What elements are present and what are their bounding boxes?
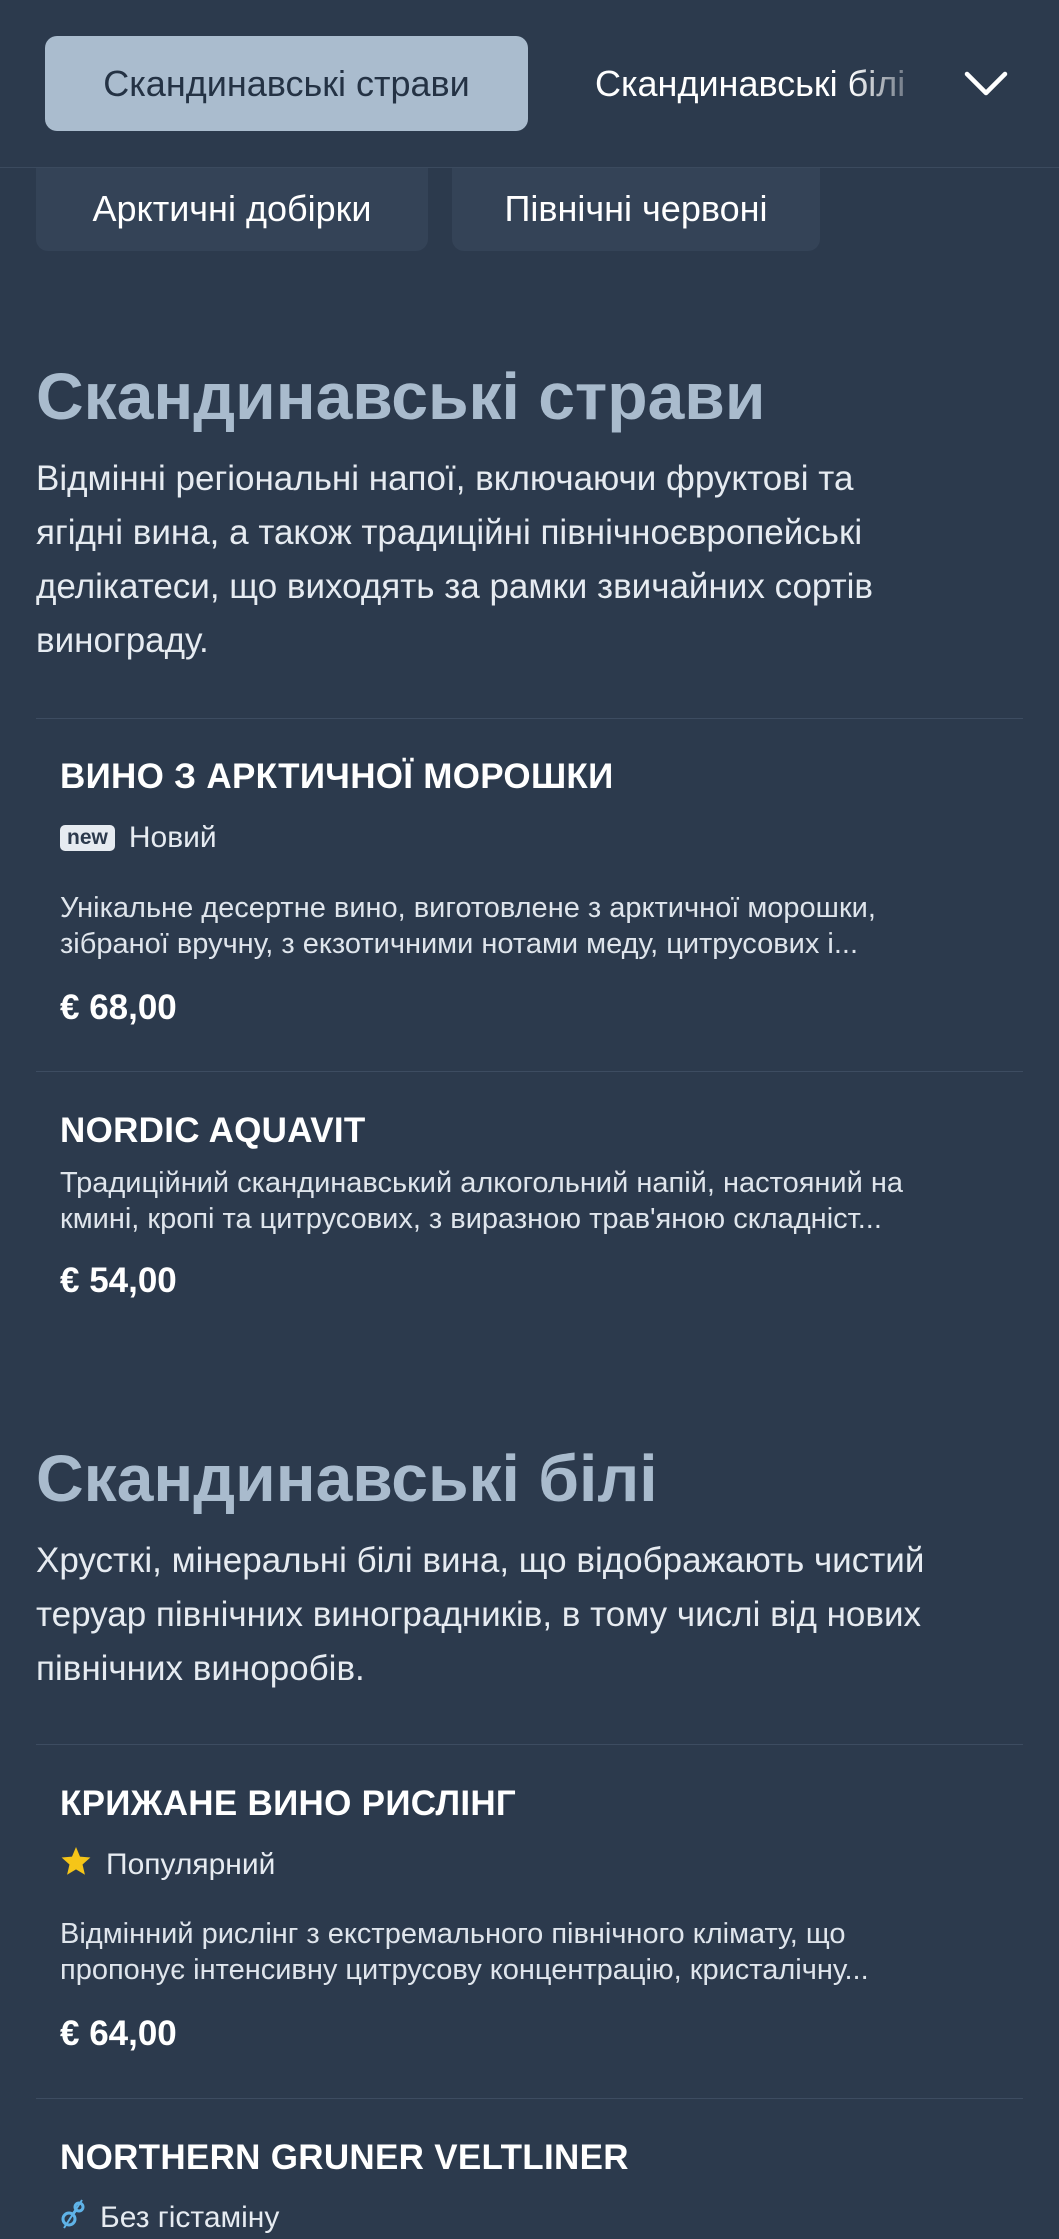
- tab-northern-reds[interactable]: Північні червоні: [452, 167, 820, 251]
- badge-label: Новий: [128, 821, 217, 854]
- tab-label: Скандинавські страви: [103, 62, 470, 104]
- item-name: КРИЖАНЕ ВИНО РИСЛІНГ: [60, 1784, 517, 1823]
- badge-label: Популярний: [106, 1848, 276, 1881]
- divider: [36, 2098, 1023, 2099]
- item-name: ВИНО З АРКТИЧНОЇ МОРОШКИ: [60, 757, 614, 796]
- section-title: Скандинавські білі: [36, 1441, 658, 1515]
- badge-popular: Популярний: [60, 1845, 275, 1885]
- divider: [36, 1744, 1023, 1745]
- item-price: € 64,00: [60, 2014, 177, 2053]
- category-nav: Скандинавські страви Скандинавські білі: [0, 0, 1059, 168]
- divider: [36, 1071, 1023, 1072]
- badge-label: Без гістаміну: [100, 2201, 280, 2234]
- star-icon: [60, 1845, 92, 1885]
- new-badge-icon: new: [60, 825, 115, 851]
- item-price: € 54,00: [60, 1261, 177, 1300]
- histamine-free-icon: [60, 2197, 86, 2239]
- badge-histamine-free: Без гістаміну: [60, 2198, 279, 2238]
- badge-new: new Новий: [60, 818, 217, 858]
- category-nav-overflow: Арктичні добірки Північні червоні: [36, 167, 1036, 253]
- section-description: Хрусткі, мінеральні білі вина, що відобр…: [36, 1541, 925, 1688]
- tab-label: Північні червоні: [504, 188, 768, 229]
- tab-scroll-fade: [850, 30, 960, 140]
- divider: [36, 718, 1023, 719]
- item-description: Відмінний рислінг з екстремального півні…: [60, 1918, 869, 1986]
- section-description: Відмінні регіональні напої, включаючи фр…: [36, 459, 874, 660]
- section-title: Скандинавські страви: [36, 359, 766, 433]
- item-price: € 68,00: [60, 988, 177, 1027]
- tab-arctic-selections[interactable]: Арктичні добірки: [36, 167, 428, 251]
- item-description: Унікальне десертне вино, виготовлене з а…: [60, 892, 876, 960]
- item-description: Традиційний скандинавський алкогольний н…: [60, 1167, 904, 1235]
- tab-scandinavian-dishes[interactable]: Скандинавські страви: [45, 36, 528, 131]
- item-name: NORDIC AQUAVIT: [60, 1111, 366, 1150]
- chevron-down-icon[interactable]: [960, 58, 1012, 110]
- item-name: NORTHERN GRUNER VELTLINER: [60, 2138, 629, 2177]
- tab-label: Арктичні добірки: [92, 188, 372, 229]
